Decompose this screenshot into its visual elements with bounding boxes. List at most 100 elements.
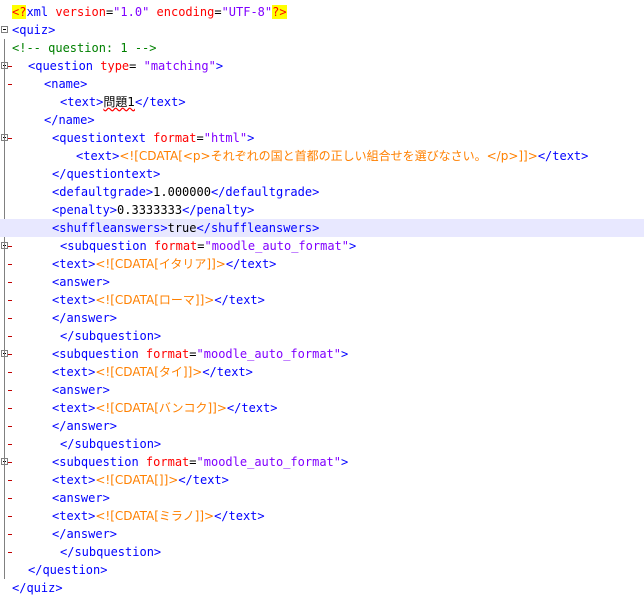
token-tag: </question> <box>28 563 108 577</box>
code-line[interactable]: <text><![CDATA[]]></text> <box>0 471 644 489</box>
code-line[interactable]: <text><![CDATA[イタリア]]></text> <box>0 255 644 273</box>
token-val: "matching" <box>143 59 216 73</box>
token-tag: <text> <box>52 365 96 379</box>
code-line[interactable]: <answer> <box>0 273 644 291</box>
code-line[interactable]: <text><![CDATA[ミラノ]]></text> <box>0 507 644 525</box>
token-tag: </text> <box>178 473 229 487</box>
token-tag: <text> <box>52 473 96 487</box>
token-tag: <text> <box>52 509 96 523</box>
code-line[interactable]: </answer> <box>0 417 644 435</box>
token-attr: version <box>55 5 106 19</box>
token-jp: 問題1 <box>103 95 135 109</box>
token-tag: > <box>341 455 349 469</box>
token-tag: <defaultgrade> <box>52 185 154 199</box>
token-tag: > <box>341 347 349 361</box>
token-cdata: <![CDATA[イタリア]]> <box>95 257 226 271</box>
code-line-text: <question type= "matching"> <box>28 57 223 75</box>
token-val: "1.0" <box>113 5 157 19</box>
token-tag: </answer> <box>52 419 118 433</box>
code-line-text: <subquestion format="moodle_auto_format"… <box>52 453 348 471</box>
token-attr: format <box>145 347 190 361</box>
token-tag: </subquestion> <box>60 329 162 343</box>
token-tag: </text> <box>537 149 589 163</box>
code-line-text: <subquestion format="moodle_auto_format"… <box>60 237 356 255</box>
token-txt: 0.3333333 <box>117 203 183 217</box>
code-line[interactable]: <defaultgrade>1.000000</defaultgrade> <box>0 183 644 201</box>
code-line[interactable]: <subquestion format="moodle_auto_format"… <box>0 345 644 363</box>
token-tag: </text> <box>226 401 278 415</box>
code-line[interactable]: <subquestion format="moodle_auto_format"… <box>0 453 644 471</box>
code-line[interactable]: <subquestion format="moodle_auto_format"… <box>0 237 644 255</box>
token-tag: <question <box>28 59 101 73</box>
code-line[interactable]: </questiontext> <box>0 165 644 183</box>
token-tag: </penalty> <box>182 203 255 217</box>
token-tag: <penalty> <box>52 203 118 217</box>
token-tag: <name> <box>44 77 88 91</box>
token-attr: format <box>145 455 190 469</box>
code-line[interactable]: </quiz> <box>0 579 644 597</box>
token-tag: </defaultgrade> <box>210 185 320 199</box>
token-tag: <text> <box>52 257 96 271</box>
code-line-text: <answer> <box>52 381 110 399</box>
token-tag: </text> <box>214 293 265 307</box>
code-line-text: </subquestion> <box>60 327 161 345</box>
code-line-text: <text><![CDATA[タイ]]></text> <box>52 363 253 381</box>
token-tag: xml <box>26 5 56 19</box>
code-line[interactable]: </answer> <box>0 525 644 543</box>
token-tag: <answer> <box>52 491 110 505</box>
token-pi: <? <box>12 5 27 19</box>
code-line[interactable]: <answer> <box>0 489 644 507</box>
code-line-text: <questiontext format="html"> <box>52 129 254 147</box>
code-line[interactable]: <penalty>0.3333333</penalty> <box>0 201 644 219</box>
code-line-text: <penalty>0.3333333</penalty> <box>52 201 254 219</box>
code-line[interactable]: <quiz> <box>0 21 644 39</box>
code-line-text: </subquestion> <box>60 543 161 561</box>
code-line-text: <answer> <box>52 489 110 507</box>
code-line[interactable]: <questiontext format="html"> <box>0 129 644 147</box>
code-line[interactable]: </subquestion> <box>0 327 644 345</box>
code-line-text: <?xml version="1.0" encoding="UTF-8"?> <box>12 3 287 21</box>
token-txt: = <box>189 455 197 469</box>
code-line[interactable]: <text><![CDATA[ローマ]]></text> <box>0 291 644 309</box>
code-line[interactable]: <shuffleanswers>true</shuffleanswers> <box>0 219 644 237</box>
xml-editor[interactable]: <?xml version="1.0" encoding="UTF-8"?> <q… <box>0 0 644 602</box>
token-tag: <answer> <box>52 383 110 397</box>
code-line[interactable]: <question type= "matching"> <box>0 57 644 75</box>
token-comment: <!-- question: 1 --> <box>12 41 157 55</box>
code-line-text: <quiz> <box>12 21 55 39</box>
code-line[interactable]: <text><![CDATA[<p>それぞれの国と首都の正しい組合せを選びなさい… <box>0 147 644 165</box>
code-line-text: </name> <box>44 111 95 129</box>
token-tag: </shuffleanswers> <box>196 221 320 235</box>
code-line[interactable]: </subquestion> <box>0 435 644 453</box>
code-line[interactable]: <?xml version="1.0" encoding="UTF-8"?> <box>0 3 644 21</box>
code-line[interactable]: </subquestion> <box>0 543 644 561</box>
token-attr: type <box>100 59 130 73</box>
token-txt: 1.000000 <box>153 185 211 199</box>
token-tag: > <box>247 131 255 145</box>
code-line[interactable]: <text><![CDATA[タイ]]></text> <box>0 363 644 381</box>
token-attr: format <box>153 131 197 145</box>
token-tag: </subquestion> <box>60 545 162 559</box>
token-val: "moodle_auto_format" <box>196 347 342 361</box>
code-line-text: <subquestion format="moodle_auto_format"… <box>52 345 348 363</box>
token-txt: true <box>167 221 197 235</box>
code-line-text: </answer> <box>52 309 117 327</box>
token-val: "html" <box>203 131 248 145</box>
token-cdata: <![CDATA[タイ]]> <box>95 365 203 379</box>
code-line[interactable]: <text>問題1</text> <box>0 93 644 111</box>
code-line[interactable]: </answer> <box>0 309 644 327</box>
code-line[interactable]: <!-- question: 1 --> <box>0 39 644 57</box>
token-val: "moodle_auto_format" <box>204 239 350 253</box>
code-line-text: <defaultgrade>1.000000</defaultgrade> <box>52 183 319 201</box>
token-tag: > <box>349 239 357 253</box>
token-cdata: <![CDATA[ローマ]]> <box>95 293 215 307</box>
token-tag: <text> <box>52 401 96 415</box>
code-line[interactable]: <answer> <box>0 381 644 399</box>
code-line[interactable]: </name> <box>0 111 644 129</box>
token-tag: <subquestion <box>60 239 154 253</box>
code-line[interactable]: <text><![CDATA[バンコク]]></text> <box>0 399 644 417</box>
code-line[interactable]: </question> <box>0 561 644 579</box>
code-line-text: <name> <box>44 75 87 93</box>
code-line[interactable]: <name> <box>0 75 644 93</box>
code-line-text: <shuffleanswers>true</shuffleanswers> <box>52 219 319 237</box>
